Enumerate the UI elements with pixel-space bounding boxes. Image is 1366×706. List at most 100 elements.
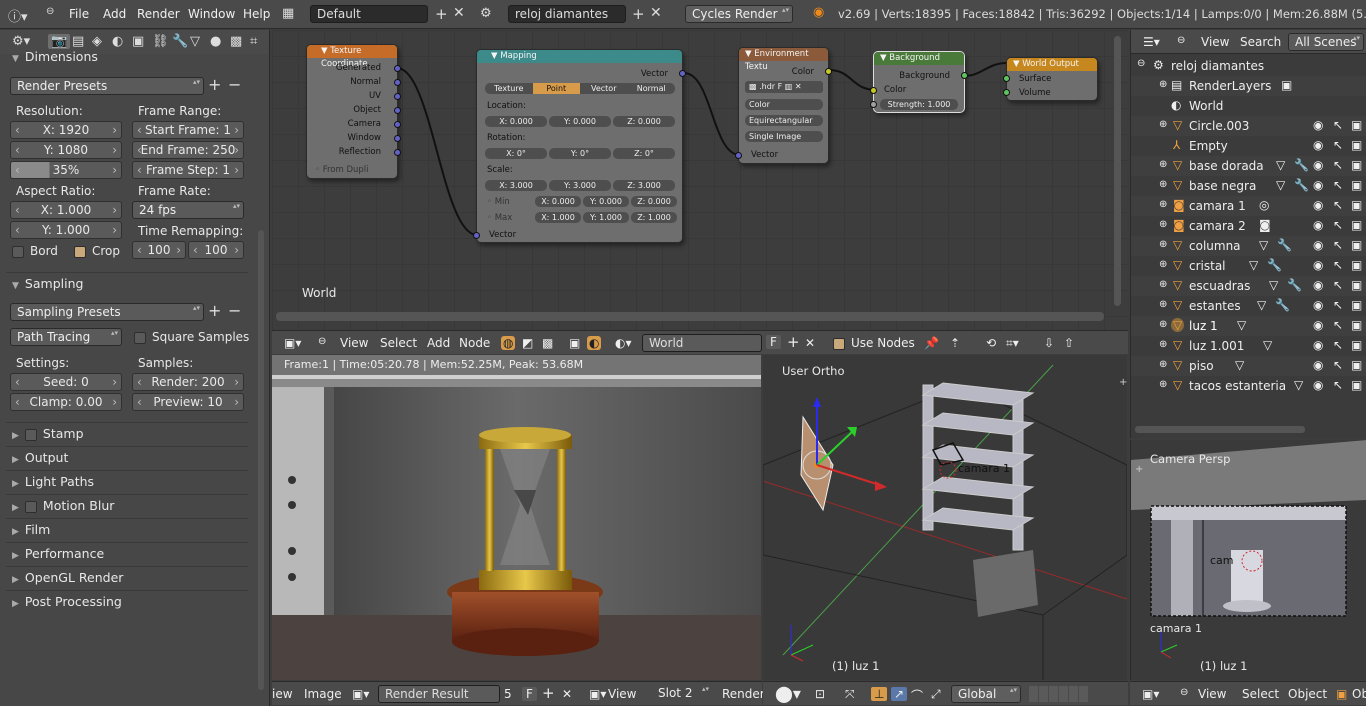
layer-buttons[interactable]: [1029, 686, 1089, 702]
outliner-item[interactable]: ⊕ ▽ base dorada ▽ 🔧 ◉ ↖ ▣: [1131, 156, 1366, 176]
select-arrow-icon[interactable]: ↖: [1333, 258, 1343, 272]
panel-motion-blur[interactable]: ▶ Motion Blur: [6, 494, 248, 516]
render-camera-icon[interactable]: ▣: [1351, 358, 1362, 372]
socket-camera[interactable]: [394, 121, 401, 128]
expand-icon[interactable]: ⊕: [1159, 259, 1167, 270]
outliner-item[interactable]: ⊕ ▽ base negra ▽ 🔧 ◉ ↖ ▣: [1131, 176, 1366, 196]
render-camera-icon[interactable]: ▣: [1351, 138, 1362, 152]
menu-view[interactable]: View: [340, 336, 368, 350]
expand-icon[interactable]: ⊕: [1159, 299, 1167, 310]
world-name-field[interactable]: World: [642, 334, 762, 352]
panel-post-processing[interactable]: ▶ Post Processing: [6, 590, 248, 612]
outliner-item[interactable]: ⊕ ▽ luz 1.001 ▽ ◉ ↖ ▣: [1131, 336, 1366, 356]
expand-icon[interactable]: ⊕: [1159, 359, 1167, 370]
color-mode-select[interactable]: Color: [745, 99, 823, 110]
max-y[interactable]: Y: 1.000: [583, 212, 629, 223]
editor-type-icon[interactable]: ☰▾: [1143, 35, 1160, 49]
scene-field[interactable]: reloj diamantes: [508, 5, 626, 23]
render-camera-icon[interactable]: ▣: [1351, 158, 1362, 172]
render-camera-icon[interactable]: ▣: [1351, 278, 1362, 292]
new-image-icon[interactable]: +: [542, 684, 555, 702]
outliner-item[interactable]: ⊕ ◙ camara 1 ◎ ◉ ↖ ▣: [1131, 196, 1366, 216]
visibility-eye-icon[interactable]: ◉: [1313, 158, 1323, 172]
menu-view[interactable]: View: [1201, 35, 1229, 49]
object-mode-icon[interactable]: ▣: [1336, 687, 1347, 701]
collapse-menu-icon[interactable]: ⊖: [1180, 687, 1188, 698]
outliner-item[interactable]: ◐ World: [1131, 96, 1366, 116]
strength-field[interactable]: Strength: 1.000: [880, 99, 958, 110]
select-arrow-icon[interactable]: ↖: [1333, 158, 1343, 172]
checkbox-icon[interactable]: [24, 500, 37, 513]
frame-rate-select[interactable]: 24 fps: [132, 201, 244, 219]
translate-manipulator-icon[interactable]: ⊥: [871, 687, 888, 701]
menu-window[interactable]: Window: [188, 7, 235, 21]
node-header[interactable]: ▼ Background: [874, 52, 964, 65]
mode-select[interactable]: Ob: [1352, 687, 1366, 701]
max-x[interactable]: X: 1.000: [535, 212, 581, 223]
location-x[interactable]: X: 0.000: [485, 116, 547, 127]
panel-film[interactable]: ▶ Film: [6, 518, 248, 540]
node-header[interactable]: ▼ Environment Textu: [739, 48, 828, 72]
world-datablock-icon[interactable]: ◐▾: [615, 336, 632, 350]
socket-volume-in[interactable]: [1003, 89, 1010, 96]
expand-icon[interactable]: ⊕: [1159, 179, 1167, 190]
manipulator-icon[interactable]: ⤧: [845, 687, 855, 702]
render-result-view[interactable]: Frame:1 | Time:05:20.78 | Mem:52.25M, Pe…: [272, 355, 761, 680]
min-y[interactable]: Y: 0.000: [583, 196, 629, 207]
arc-manipulator-icon[interactable]: ⌒: [911, 687, 923, 704]
visibility-eye-icon[interactable]: ◉: [1313, 298, 1323, 312]
border-checkbox[interactable]: Bord: [12, 244, 58, 258]
editor-type-icon[interactable]: ⓘ▾: [8, 6, 28, 25]
snap-mode-icon[interactable]: ⌗▾: [1006, 336, 1019, 351]
rotation-x[interactable]: X: 0°: [485, 148, 547, 159]
collapse-menu-icon[interactable]: ⊖: [46, 6, 54, 17]
go-parent-icon[interactable]: ⇡: [950, 336, 960, 350]
outliner-item[interactable]: ⊕ ▽ escuadras ▽ 🔧 ◉ ↖ ▣: [1131, 276, 1366, 296]
world-shader-icon[interactable]: ◐: [587, 336, 602, 350]
socket-vector-out[interactable]: [679, 70, 686, 77]
max-checkbox[interactable]: ◦ Max: [487, 213, 512, 223]
menu-add[interactable]: Add: [103, 7, 126, 21]
socket-vector-in[interactable]: [735, 152, 742, 159]
remove-sampling-preset-icon[interactable]: −: [228, 301, 241, 320]
add-sampling-preset-icon[interactable]: +: [208, 301, 221, 320]
expand-icon[interactable]: ⊕: [1159, 119, 1167, 130]
remove-screen-icon[interactable]: ✕: [453, 5, 465, 21]
image-name-field[interactable]: Render Result: [378, 685, 500, 703]
paste-nodes-icon[interactable]: ⇧: [1064, 336, 1074, 350]
texture-type-icon[interactable]: ◩: [522, 336, 533, 350]
panel-dimensions[interactable]: ▼ Dimensions: [6, 46, 248, 68]
node-world-output[interactable]: ▼ World Output Surface Volume: [1003, 57, 1098, 101]
from-dupli-checkbox[interactable]: ◦ From Dupli: [315, 165, 369, 175]
node-editor-hscrollbar[interactable]: [276, 312, 1104, 321]
properties-scrollbar[interactable]: [258, 230, 264, 690]
add-world-icon[interactable]: +: [787, 333, 800, 351]
render-engine-select[interactable]: Cycles Render: [685, 5, 793, 23]
remap-old-field[interactable]: 100: [132, 241, 186, 259]
menu-add[interactable]: Add: [427, 336, 450, 350]
select-arrow-icon[interactable]: ↖: [1333, 338, 1343, 352]
collapse-menu-icon[interactable]: ⊖: [1177, 35, 1185, 46]
select-arrow-icon[interactable]: ↖: [1333, 278, 1343, 292]
select-arrow-icon[interactable]: ↖: [1333, 238, 1343, 252]
visibility-eye-icon[interactable]: ◉: [1313, 198, 1323, 212]
min-x[interactable]: X: 0.000: [535, 196, 581, 207]
visibility-eye-icon[interactable]: ◉: [1313, 238, 1323, 252]
tab-texture[interactable]: Texture: [485, 83, 533, 94]
select-arrow-icon[interactable]: ↖: [1333, 318, 1343, 332]
node-mapping[interactable]: ▼ Mapping Vector Texture Point Vector No…: [473, 49, 686, 243]
visibility-eye-icon[interactable]: ◉: [1313, 378, 1323, 392]
square-samples-checkbox[interactable]: Square Samples: [134, 330, 249, 344]
screen-layout-field[interactable]: Default: [310, 5, 428, 23]
socket-strength-in[interactable]: [870, 101, 877, 108]
screen-layout-icon[interactable]: ▦: [282, 6, 294, 21]
source-select[interactable]: Single Image: [745, 131, 823, 142]
scale-z[interactable]: Z: 3.000: [613, 180, 675, 191]
remap-new-field[interactable]: 100: [188, 241, 244, 259]
unlink-image-icon[interactable]: ✕: [562, 687, 572, 701]
add-scene-icon[interactable]: +: [632, 5, 645, 23]
menu-help[interactable]: Help: [243, 7, 270, 21]
node-header[interactable]: ▼ World Output: [1007, 58, 1097, 71]
expand-icon[interactable]: ⊕: [1159, 279, 1167, 290]
menu-node[interactable]: Node: [459, 336, 490, 350]
